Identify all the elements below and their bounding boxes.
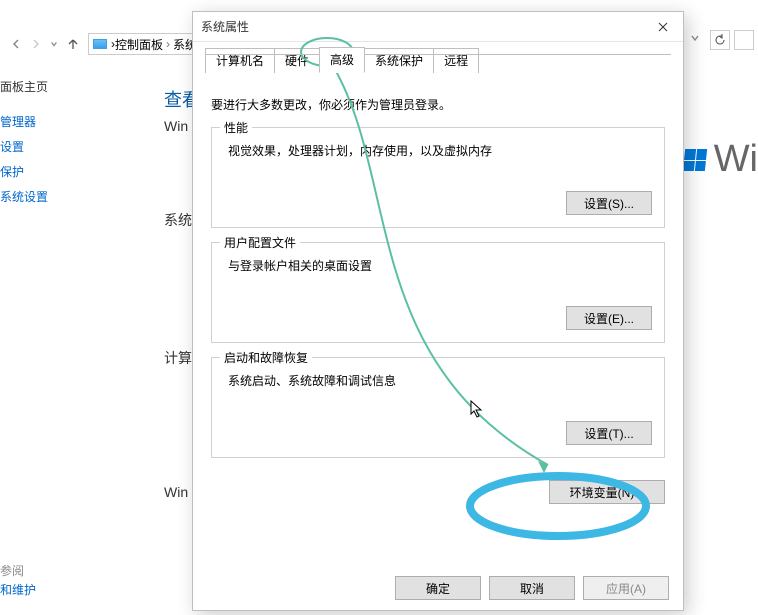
group-startup-recovery: 启动和故障恢复 系统启动、系统故障和调试信息 设置(T)... — [211, 357, 665, 458]
nav-forward-icon[interactable] — [30, 38, 42, 50]
tab-remote[interactable]: 远程 — [433, 48, 479, 73]
sidebar-bottom-heading: 参阅 — [0, 564, 24, 578]
dialog-title: 系统属性 — [201, 18, 645, 35]
sidebar-link-manager[interactable]: 管理器 — [0, 109, 70, 134]
nav-back-icon[interactable] — [10, 38, 22, 50]
this-pc-icon — [93, 39, 107, 49]
windows-logo: Wi — [684, 138, 758, 181]
sidebar-link-settings[interactable]: 设置 — [0, 134, 70, 159]
group-title: 启动和故障恢复 — [220, 349, 312, 366]
group-desc: 系统启动、系统故障和调试信息 — [228, 372, 652, 389]
behind-text: 系统 — [164, 210, 192, 230]
tab-advanced[interactable]: 高级 — [319, 47, 365, 73]
cancel-button[interactable]: 取消 — [489, 576, 575, 600]
dialog-intro-text: 要进行大多数更改，你必须作为管理员登录。 — [211, 96, 665, 113]
path-item-control-panel[interactable]: 控制面板 — [115, 36, 163, 53]
startup-recovery-settings-button[interactable]: 设置(T)... — [566, 421, 652, 445]
ok-button[interactable]: 确定 — [395, 576, 481, 600]
tab-hardware[interactable]: 硬件 — [274, 48, 320, 73]
tab-system-protection[interactable]: 系统保护 — [364, 48, 434, 73]
apply-button[interactable]: 应用(A) — [583, 576, 669, 600]
environment-variables-button[interactable]: 环境变量(N)... — [549, 480, 665, 504]
sidebar-bottom: 参阅 和维护 — [0, 562, 36, 600]
sidebar-link-system-settings[interactable]: 系统设置 — [0, 184, 70, 209]
group-title: 用户配置文件 — [220, 234, 300, 251]
system-properties-dialog: 系统属性 计算机名 硬件 高级 系统保护 远程 要进行大多数更改，你必须作为管理… — [192, 11, 684, 611]
tab-computer-name[interactable]: 计算机名 — [205, 48, 275, 73]
tab-underline — [205, 54, 671, 55]
group-user-profiles: 用户配置文件 与登录帐户相关的桌面设置 设置(E)... — [211, 242, 665, 343]
close-icon[interactable] — [645, 16, 681, 38]
behind-text: 计算 — [164, 348, 192, 368]
group-title: 性能 — [220, 119, 252, 136]
group-performance: 性能 视觉效果，处理器计划，内存使用，以及虚拟内存 设置(S)... — [211, 127, 665, 228]
path-sep: › — [166, 37, 170, 51]
performance-settings-button[interactable]: 设置(S)... — [566, 191, 652, 215]
nav-up-icon[interactable] — [66, 37, 80, 51]
nav-history-icon[interactable] — [48, 38, 60, 50]
sidebar: 面板主页 管理器 设置 保护 系统设置 — [0, 78, 70, 209]
address-bar[interactable]: › 控制面板 › 系统 — [88, 33, 198, 55]
behind-text: Win — [164, 118, 188, 134]
search-box-stub[interactable] — [734, 30, 754, 50]
behind-text: Win — [164, 484, 188, 500]
sidebar-bottom-link[interactable]: 和维护 — [0, 579, 36, 600]
sidebar-heading: 面板主页 — [0, 80, 48, 94]
windows-wordmark: Wi — [714, 138, 758, 181]
address-dropdown-icon[interactable] — [690, 32, 702, 44]
dialog-title-bar[interactable]: 系统属性 — [193, 12, 683, 42]
dialog-button-row: 确定 取消 应用(A) — [395, 576, 669, 600]
sidebar-link-protection[interactable]: 保护 — [0, 159, 70, 184]
user-profiles-settings-button[interactable]: 设置(E)... — [566, 306, 652, 330]
refresh-button[interactable] — [710, 30, 730, 50]
windows-flag-icon — [683, 149, 707, 171]
group-desc: 与登录帐户相关的桌面设置 — [228, 257, 652, 274]
group-desc: 视觉效果，处理器计划，内存使用，以及虚拟内存 — [228, 142, 652, 159]
tab-strip: 计算机名 硬件 高级 系统保护 远程 — [205, 48, 683, 72]
